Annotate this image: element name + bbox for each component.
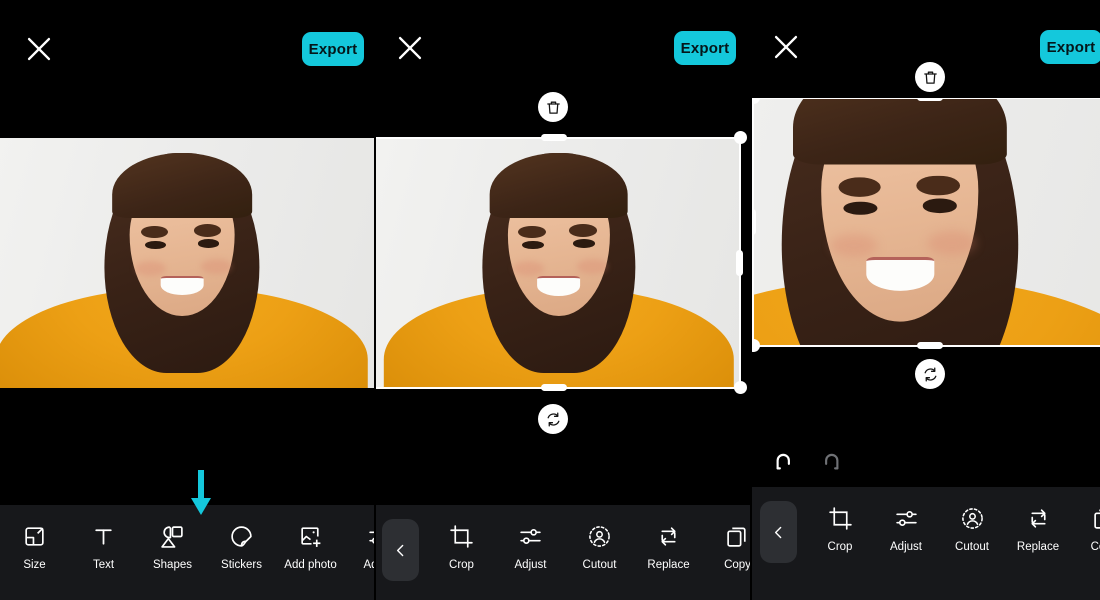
panel-3-toolbar: Crop Adjust Cutout Replace C: [752, 487, 1100, 600]
editor-panel-2: Export Crop Adjust Cutout Replace Copy: [376, 0, 752, 600]
export-button[interactable]: Export: [302, 32, 364, 66]
adjust-icon: [518, 524, 543, 549]
stickers-icon: [229, 524, 254, 549]
replace-icon: [1026, 506, 1051, 531]
tool-label: Shapes: [152, 559, 192, 571]
tool-label: Adjust: [514, 559, 547, 571]
close-icon[interactable]: [393, 31, 427, 65]
undo-icon[interactable]: [772, 447, 799, 474]
panel-2-toolbar: Crop Adjust Cutout Replace Copy: [376, 505, 752, 600]
tool-label: Cutout: [955, 541, 989, 553]
editor-panel-1: Export Size Text Shapes Stickers Add pho…: [0, 0, 376, 600]
resize-handle-left[interactable]: [752, 209, 756, 235]
tool-shapes[interactable]: Shapes: [138, 505, 207, 571]
delete-icon[interactable]: [538, 92, 568, 122]
resize-handle-top[interactable]: [541, 134, 567, 141]
copy-icon: [725, 524, 750, 549]
tool-label: Cutout: [582, 559, 617, 571]
panel-1-topbar: Export: [0, 0, 376, 98]
tool-cutout[interactable]: Cutout: [565, 505, 634, 571]
shapes-icon: [160, 524, 185, 549]
tool-crop[interactable]: Crop: [427, 505, 496, 571]
tool-label: Replace: [1016, 541, 1060, 553]
tool-label: Stickers: [221, 559, 262, 571]
tool-replace[interactable]: Replace: [634, 505, 703, 571]
add-photo-icon: [298, 524, 323, 549]
photo-canvas[interactable]: [0, 138, 376, 388]
tool-replace[interactable]: Replace: [1005, 487, 1071, 553]
size-icon: [22, 524, 47, 549]
tool-label: Adjust: [890, 541, 922, 553]
rotate-icon[interactable]: [538, 404, 568, 434]
screenshot-stage: Export Size Text Shapes Stickers Add pho…: [0, 0, 1100, 600]
export-button[interactable]: Export: [1040, 30, 1100, 64]
resize-handle-bottom[interactable]: [917, 342, 943, 349]
tool-size[interactable]: Size: [0, 505, 69, 571]
copy-icon: [1092, 506, 1100, 531]
tool-adjust[interactable]: Adjust: [496, 505, 565, 571]
tool-label: Crop: [827, 541, 853, 553]
resize-handle-bottom-right[interactable]: [734, 381, 747, 394]
delete-icon[interactable]: [915, 62, 945, 92]
panel-2-topbar: Export: [376, 0, 752, 98]
tool-add-photo[interactable]: Add photo: [276, 505, 345, 571]
tool-text[interactable]: Text: [69, 505, 138, 571]
resize-handle-bottom-left[interactable]: [752, 339, 760, 352]
resize-handle-bottom[interactable]: [541, 384, 567, 391]
tool-copy[interactable]: Copy: [1071, 487, 1100, 553]
adjust-icon: [894, 506, 919, 531]
crop-icon: [828, 506, 853, 531]
tool-copy[interactable]: Copy: [703, 505, 752, 571]
close-icon[interactable]: [22, 32, 56, 66]
tool-label: Crop: [449, 559, 474, 571]
replace-icon: [656, 524, 681, 549]
back-button[interactable]: [382, 519, 419, 581]
tool-label: Add photo: [284, 559, 337, 571]
rotate-icon[interactable]: [915, 359, 945, 389]
tool-label: Copy: [724, 559, 751, 571]
tool-cutout[interactable]: Cutout: [939, 487, 1005, 553]
resize-handle-top-right[interactable]: [734, 131, 747, 144]
editor-panel-3: Export Crop Adjust Cutout Replace C: [752, 0, 1100, 600]
redo-icon[interactable]: [816, 447, 843, 474]
tool-label: Copy: [1090, 541, 1100, 553]
close-icon[interactable]: [769, 30, 803, 64]
tool-label: Size: [23, 559, 46, 571]
export-button[interactable]: Export: [674, 31, 736, 65]
panel-divider-2: [750, 0, 752, 600]
tool-adjust[interactable]: Adjust: [345, 505, 376, 571]
tool-label: Replace: [647, 559, 690, 571]
photo-canvas[interactable]: [376, 138, 741, 388]
tool-crop[interactable]: Crop: [807, 487, 873, 553]
crop-icon: [449, 524, 474, 549]
resize-handle-right[interactable]: [736, 250, 743, 276]
panel-divider-1: [374, 0, 376, 600]
tool-adjust[interactable]: Adjust: [873, 487, 939, 553]
panel-1-toolbar: Size Text Shapes Stickers Add photo A: [0, 505, 376, 600]
cutout-icon: [587, 524, 612, 549]
back-button[interactable]: [760, 501, 797, 563]
text-icon: [91, 524, 116, 549]
cutout-icon: [960, 506, 985, 531]
tool-label: Text: [92, 559, 115, 571]
photo-canvas[interactable]: [752, 98, 1100, 346]
tool-stickers[interactable]: Stickers: [207, 505, 276, 571]
